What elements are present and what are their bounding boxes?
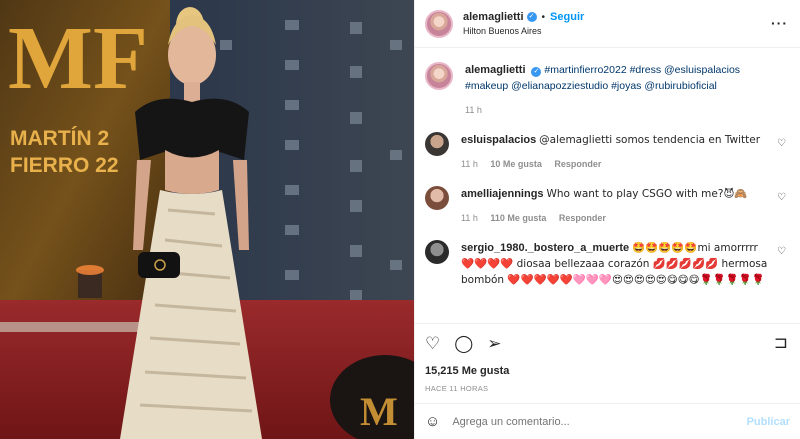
comment-time: 11 h	[461, 159, 478, 169]
bookmark-icon[interactable]: ⊐	[774, 333, 788, 353]
reply-button[interactable]: Responder	[559, 213, 606, 223]
comment-like-heart-icon[interactable]: ♡	[777, 246, 786, 257]
emoji-smiley-icon[interactable]: ☺	[425, 413, 440, 430]
comment-likes[interactable]: 10 Me gusta	[490, 159, 542, 169]
comment-username[interactable]: amelliajennings	[461, 188, 544, 200]
post-header: alemaglietti ✓ • Seguir Hilton Buenos Ai…	[415, 0, 800, 48]
backdrop-line1: MARTÍN 2	[10, 127, 109, 150]
like-heart-icon[interactable]: ♡	[425, 334, 440, 354]
comment-like-heart-icon[interactable]: ♡	[777, 192, 786, 203]
comment-like-heart-icon[interactable]: ♡	[777, 138, 786, 149]
comment-time: 11 h	[461, 213, 478, 223]
comment-likes[interactable]: 110 Me gusta	[490, 213, 546, 223]
verified-badge-icon: ✓	[531, 67, 542, 77]
caption-username[interactable]: alemaglietti	[465, 64, 526, 76]
comment-icon[interactable]: ◯	[454, 334, 473, 354]
comment-item: sergio_1980._bostero_a_muerte 🤩🤩🤩🤩🤩mi am…	[425, 240, 788, 288]
svg-text:M: M	[360, 389, 398, 434]
caption: alemaglietti ✓ #martinfierro2022 #dress …	[425, 62, 788, 118]
comments-scroll[interactable]: alemaglietti ✓ #martinfierro2022 #dress …	[415, 48, 800, 323]
author-username[interactable]: alemaglietti	[463, 11, 524, 23]
backdrop-logo: MF	[8, 9, 148, 108]
commenter-avatar[interactable]	[425, 186, 449, 210]
commenter-avatar[interactable]	[425, 240, 449, 264]
follow-button[interactable]: Seguir	[550, 11, 584, 23]
comment-text: Who want to play CSGO with me?😈🙈	[546, 188, 748, 200]
comment-input[interactable]	[452, 415, 747, 428]
post-comment-button[interactable]: Publicar	[747, 416, 790, 428]
comment-text: @alemaglietti somos tendencia en Twitter	[539, 134, 761, 146]
share-paper-plane-icon[interactable]: ➢	[487, 334, 501, 354]
post-timestamp: HACE 11 HORAS	[425, 384, 489, 393]
reply-button[interactable]: Responder	[554, 159, 601, 169]
post-location[interactable]: Hilton Buenos Aires	[463, 26, 584, 36]
post-photo[interactable]: MF MARTÍN 2 FIERRO 22 M	[0, 0, 414, 439]
backdrop-line2: FIERRO 22	[10, 154, 119, 177]
likes-count[interactable]: 15,215 Me gusta	[415, 363, 800, 377]
comment-item: esluispalacios @alemaglietti somos tende…	[425, 132, 788, 172]
caption-time: 11 h	[465, 105, 482, 115]
separator-dot: •	[541, 11, 546, 23]
comment-username[interactable]: esluispalacios	[461, 134, 536, 146]
author-avatar[interactable]	[425, 9, 453, 38]
action-bar: ♡ ◯ ➢ ⊐	[415, 323, 800, 363]
comment-item: amelliajennings Who want to play CSGO wi…	[425, 186, 788, 226]
add-comment-bar: ☺ Publicar	[415, 403, 800, 439]
caption-avatar[interactable]	[425, 62, 453, 90]
post-side-panel: alemaglietti ✓ • Seguir Hilton Buenos Ai…	[414, 0, 800, 439]
comment-username[interactable]: sergio_1980._bostero_a_muerte	[461, 242, 629, 254]
commenter-avatar[interactable]	[425, 132, 449, 156]
verified-badge-icon: ✓	[526, 12, 537, 22]
photo-illustration: MF MARTÍN 2 FIERRO 22 M	[0, 0, 414, 439]
more-options-icon[interactable]: ···	[771, 15, 788, 31]
